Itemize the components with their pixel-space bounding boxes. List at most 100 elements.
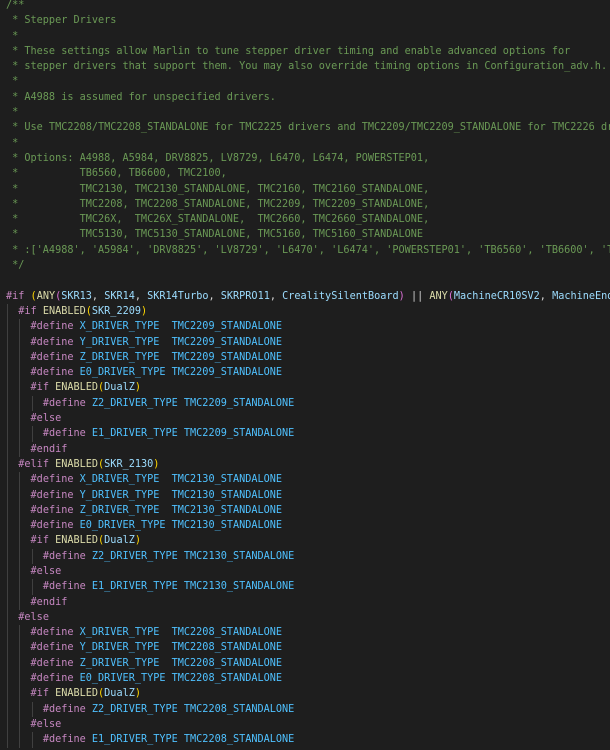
code-line[interactable]: * :['A4988', 'A5984', 'DRV8825', 'LV8729… (6, 243, 610, 258)
code-line[interactable]: /** (6, 0, 610, 13)
code-line[interactable]: #define E0_DRIVER_TYPE TMC2130_STANDALON… (6, 518, 610, 534)
code-token-pp: #define (42, 397, 92, 409)
code-line[interactable]: #define X_DRIVER_TYPE TMC2130_STANDALONE (6, 472, 610, 488)
code-line[interactable]: * (6, 105, 610, 120)
indentation (6, 321, 31, 332)
code-line[interactable] (6, 273, 610, 288)
code-token-text: , (208, 290, 221, 302)
code-line[interactable]: #define Z2_DRIVER_TYPE TMC2209_STANDALON… (6, 395, 610, 412)
code-line[interactable]: #else (6, 609, 610, 626)
code-line[interactable]: * TMC5130, TMC5130_STANDALONE, TMC5160, … (6, 227, 610, 242)
code-line[interactable]: #define Y_DRIVER_TYPE TMC2208_STANDALONE (6, 640, 610, 656)
code-line[interactable]: #else (6, 411, 610, 427)
code-token-var: DualZ (104, 688, 135, 700)
code-token-comment: * (6, 107, 19, 119)
indentation (6, 428, 43, 439)
code-token-const: TMC2130_STANDALONE (171, 520, 283, 532)
code-line[interactable]: * Stepper Drivers (6, 13, 610, 28)
code-line[interactable]: * TMC2208, TMC2208_STANDALONE, TMC2209, … (6, 197, 610, 212)
code-line[interactable]: #define Z_DRIVER_TYPE TMC2209_STANDALONE (6, 349, 610, 366)
code-token-pp: #define (30, 504, 80, 516)
code-line[interactable]: #if ENABLED(SKR_2209) (6, 303, 610, 320)
code-line[interactable]: #define X_DRIVER_TYPE TMC2209_STANDALONE (6, 319, 610, 335)
code-line[interactable]: * (6, 136, 610, 151)
code-line[interactable]: * Options: A4988, A5984, DRV8825, LV8729… (6, 151, 610, 166)
code-line[interactable]: */ (6, 258, 610, 273)
code-token-comment: * A4988 is assumed for unspecified drive… (6, 91, 276, 103)
code-editor[interactable]: /** * Stepper Drivers * * These settings… (0, 0, 610, 750)
code-line[interactable]: #define Y_DRIVER_TYPE TMC2130_STANDALONE (6, 487, 610, 503)
indent-guide (7, 655, 8, 672)
code-token-const: Y_DRIVER_TYPE (79, 489, 160, 501)
code-line[interactable]: #define X_DRIVER_TYPE TMC2208_STANDALONE (6, 625, 610, 641)
code-line[interactable]: #define Z_DRIVER_TYPE TMC2130_STANDALONE (6, 502, 610, 519)
code-token-const: TMC2208_STANDALONE (171, 673, 283, 685)
code-line[interactable]: #if ENABLED(DualZ) (6, 380, 610, 396)
code-line[interactable]: #define Y_DRIVER_TYPE TMC2209_STANDALONE (6, 334, 610, 350)
code-token-fn: ENABLED (55, 688, 99, 700)
code-token-comment: /** (6, 0, 25, 11)
code-line[interactable]: * (6, 74, 610, 89)
code-line[interactable]: #define Z2_DRIVER_TYPE TMC2208_STANDALON… (6, 701, 610, 717)
code-token-pp: #else (18, 611, 49, 623)
code-line[interactable]: #else (6, 563, 610, 580)
indent-guide (7, 671, 8, 687)
code-line[interactable]: #define E1_DRIVER_TYPE TMC2130_STANDALON… (6, 579, 610, 595)
code-token-text: , (269, 290, 283, 302)
code-line[interactable]: * These settings allow Marlin to tune st… (6, 44, 610, 59)
indent-guide (7, 716, 8, 733)
code-line[interactable]: #define Z2_DRIVER_TYPE TMC2130_STANDALON… (6, 548, 610, 564)
code-line[interactable]: #endif (6, 441, 610, 457)
code-line[interactable]: * TMC26X, TMC26X_STANDALONE, TMC2660, TM… (6, 212, 610, 227)
code-line[interactable]: * A4988 is assumed for unspecified drive… (6, 90, 610, 105)
code-token-pp: #define (30, 367, 80, 379)
code-token-bk1: ) (134, 382, 141, 394)
code-token-pp: #define (30, 474, 80, 486)
code-token-const: TMC2209_STANDALONE (183, 428, 295, 440)
code-line[interactable]: #define E1_DRIVER_TYPE TMC2208_STANDALON… (6, 732, 610, 748)
code-line[interactable]: #if ENABLED(DualZ) (6, 533, 610, 549)
code-line[interactable]: * stepper drivers that support them. You… (6, 59, 610, 74)
indentation (6, 352, 31, 363)
indent-guide (7, 303, 8, 320)
code-token-const: TMC2208_STANDALONE (183, 734, 295, 746)
code-line[interactable]: #define Z_DRIVER_TYPE TMC2208_STANDALONE (6, 655, 610, 672)
code-line[interactable]: #else (6, 716, 610, 733)
code-token-const: Z_DRIVER_TYPE (79, 351, 160, 363)
code-line[interactable]: #if (ANY(SKR13, SKR14, SKR14Turbo, SKRPR… (6, 289, 610, 304)
indentation (6, 719, 31, 730)
code-token-bk1: ) (134, 535, 141, 547)
code-line[interactable]: #define E1_DRIVER_TYPE TMC2209_STANDALON… (6, 426, 610, 442)
indent-guide (31, 701, 33, 717)
code-line[interactable]: * TB6560, TB6600, TMC2100, (6, 166, 610, 181)
code-line[interactable]: * (6, 29, 610, 44)
code-token-comment: * TB6560, TB6600, TMC2100, (6, 168, 227, 180)
code-token-const: TMC2209_STANDALONE (171, 351, 283, 363)
code-line[interactable]: * Use TMC2208/TMC2208_STANDALONE for TMC… (6, 120, 610, 135)
indentation (6, 566, 31, 577)
indent-guide (7, 319, 8, 335)
code-line[interactable]: * TMC2130, TMC2130_STANDALONE, TMC2160, … (6, 182, 610, 197)
code-token-bk1: ) (153, 458, 160, 470)
code-token-pp: #if (30, 535, 56, 547)
code-token-const: TMC2209_STANDALONE (171, 367, 283, 379)
indentation (6, 535, 31, 546)
code-token-var: SKR14 (104, 290, 135, 302)
code-line[interactable]: #define E0_DRIVER_TYPE TMC2209_STANDALON… (6, 365, 610, 381)
indent-guide (19, 563, 21, 580)
code-line[interactable]: #if ENABLED(DualZ) (6, 686, 610, 702)
code-line[interactable]: #endif (6, 594, 610, 610)
indent-guide (19, 548, 21, 564)
code-line[interactable]: #elif ENABLED(SKR_2130) (6, 456, 610, 473)
indentation (6, 520, 31, 531)
code-token-const: TMC2209_STANDALONE (183, 397, 295, 409)
code-token-pp: #else (30, 718, 62, 730)
code-token-fn: ANY (36, 290, 56, 302)
code-line[interactable]: #define E0_DRIVER_TYPE TMC2208_STANDALON… (6, 671, 610, 687)
code-token-const: Z2_DRIVER_TYPE (91, 550, 178, 562)
